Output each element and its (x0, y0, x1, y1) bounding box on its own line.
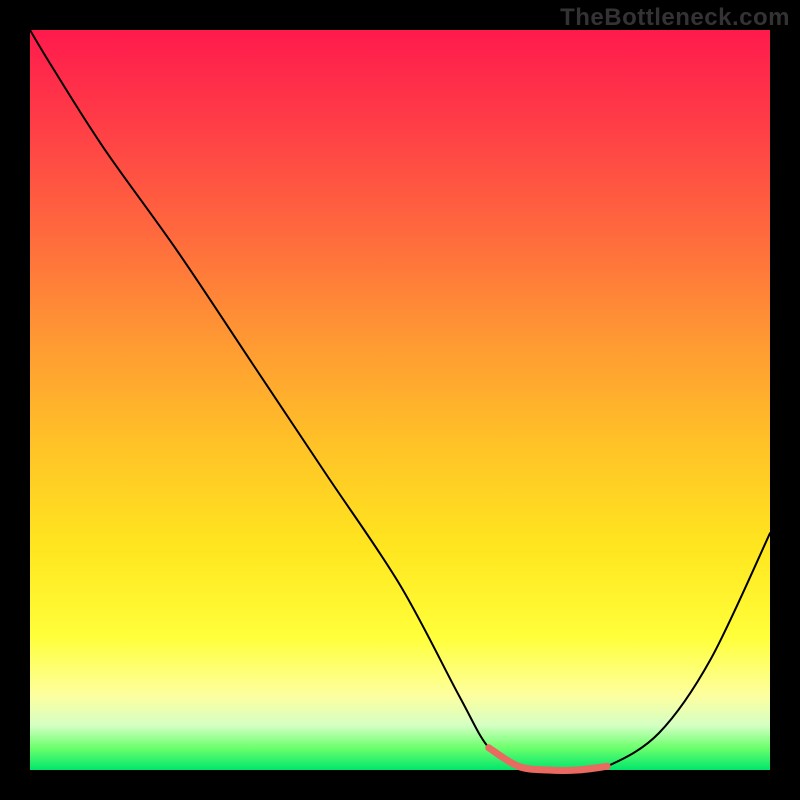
gradient-plot-area (30, 30, 770, 770)
curve-layer (30, 30, 770, 770)
highlight-segment (489, 748, 607, 771)
bottleneck-curve (30, 30, 770, 770)
chart-frame: TheBottleneck.com (0, 0, 800, 800)
watermark-text: TheBottleneck.com (560, 4, 790, 32)
